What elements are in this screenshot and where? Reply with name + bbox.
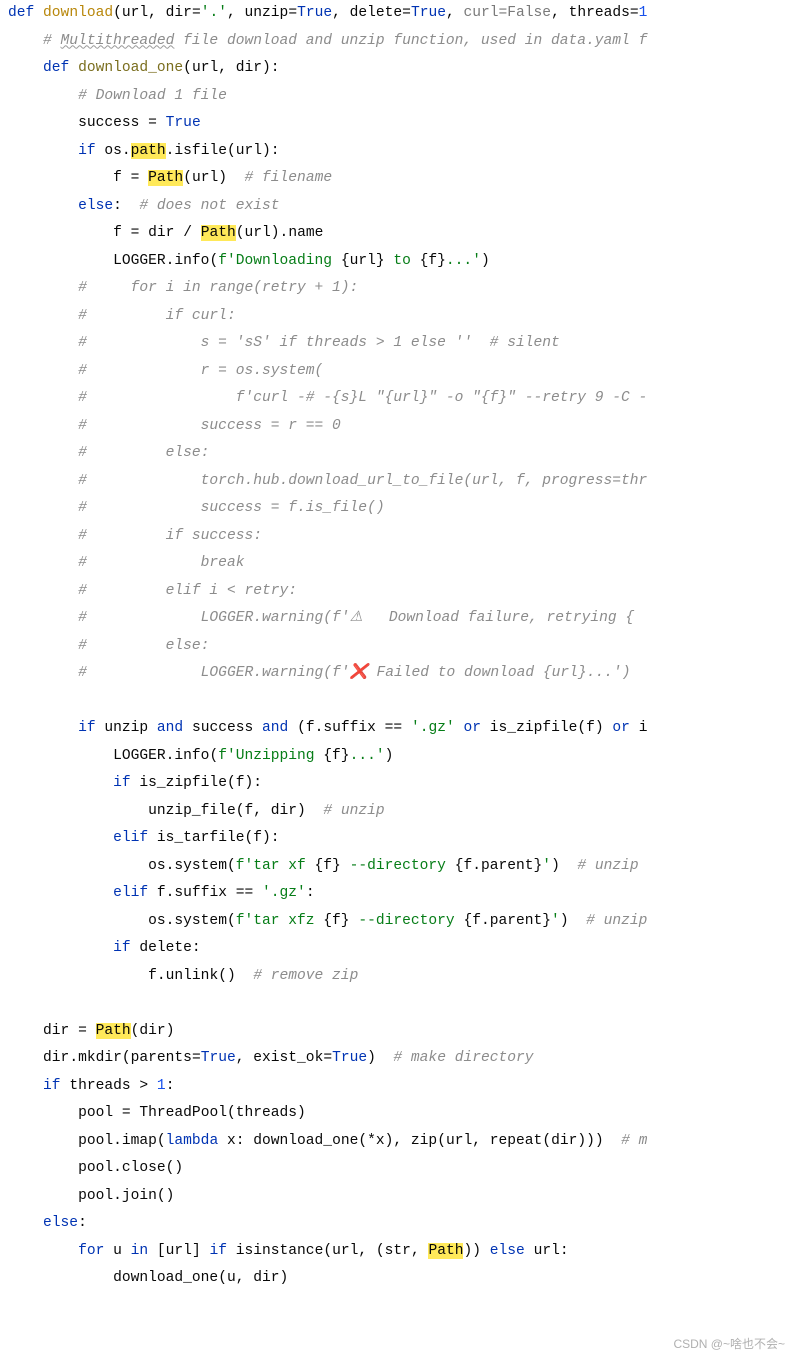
line: dir.mkdir(parents=True, exist_ok=True) #… bbox=[43, 1050, 534, 1066]
line: os.system(f'tar xf {f} --directory {f.pa… bbox=[148, 858, 639, 874]
highlight: path bbox=[131, 143, 166, 159]
line: elif is_tarfile(f): bbox=[113, 830, 279, 846]
line: f.unlink() # remove zip bbox=[148, 968, 358, 984]
highlight: Path bbox=[201, 225, 236, 241]
line: LOGGER.info(f'Downloading {url} to {f}..… bbox=[113, 253, 490, 269]
line: pool = ThreadPool(threads) bbox=[78, 1105, 306, 1121]
comment: # r = os.system( bbox=[78, 363, 323, 379]
line: pool.imap(lambda x: download_one(*x), zi… bbox=[78, 1133, 647, 1149]
line: def download(url, dir='.', unzip=True, d… bbox=[8, 5, 647, 21]
comment: # f'curl -# -{s}L "{url}" -o "{f}" --ret… bbox=[78, 390, 647, 406]
code-editor[interactable]: def download(url, dir='.', unzip=True, d… bbox=[0, 0, 799, 1293]
line: success = True bbox=[78, 115, 201, 131]
line: unzip_file(f, dir) # unzip bbox=[148, 803, 385, 819]
comment: # else: bbox=[78, 445, 209, 461]
line: if is_zipfile(f): bbox=[113, 775, 262, 791]
line: else: # does not exist bbox=[78, 198, 279, 214]
comment: # if success: bbox=[78, 528, 262, 544]
comment: # success = r == 0 bbox=[78, 418, 341, 434]
comment: # s = 'sS' if threads > 1 else '' # sile… bbox=[78, 335, 560, 351]
comment: # break bbox=[78, 555, 244, 571]
line: if os.path.isfile(url): bbox=[78, 143, 279, 159]
comment: # Multithreaded file download and unzip … bbox=[43, 33, 647, 49]
comment: # success = f.is_file() bbox=[78, 500, 385, 516]
comment: # else: bbox=[78, 638, 209, 654]
line: os.system(f'tar xfz {f} --directory {f.p… bbox=[148, 913, 647, 929]
comment: # torch.hub.download_url_to_file(url, f,… bbox=[78, 473, 647, 489]
line: LOGGER.info(f'Unzipping {f}...') bbox=[113, 748, 393, 764]
line: def download_one(url, dir): bbox=[43, 60, 280, 76]
line: pool.join() bbox=[78, 1188, 174, 1204]
line: download_one(u, dir) bbox=[113, 1270, 288, 1286]
highlight: Path bbox=[96, 1023, 131, 1039]
comment: # Download 1 file bbox=[78, 88, 227, 104]
line: f = Path(url) # filename bbox=[113, 170, 332, 186]
line: if threads > 1: bbox=[43, 1078, 174, 1094]
comment: # LOGGER.warning(f'⚠ Download failure, r… bbox=[78, 610, 634, 626]
comment: # elif i < retry: bbox=[78, 583, 297, 599]
highlight: Path bbox=[428, 1243, 463, 1259]
comment: # for i in range(retry + 1): bbox=[78, 280, 358, 296]
comment: # LOGGER.warning(f'❌ Failed to download … bbox=[78, 665, 630, 681]
line: for u in [url] if isinstance(url, (str, … bbox=[78, 1243, 569, 1259]
line: if delete: bbox=[113, 940, 201, 956]
line: else: bbox=[43, 1215, 87, 1231]
line: f = dir / Path(url).name bbox=[113, 225, 323, 241]
watermark: CSDN @~啥也不会~ bbox=[673, 1335, 785, 1352]
line: dir = Path(dir) bbox=[43, 1023, 174, 1039]
line: pool.close() bbox=[78, 1160, 183, 1176]
line: if unzip and success and (f.suffix == '.… bbox=[78, 720, 647, 736]
line: elif f.suffix == '.gz': bbox=[113, 885, 314, 901]
comment: # if curl: bbox=[78, 308, 236, 324]
highlight: Path bbox=[148, 170, 183, 186]
